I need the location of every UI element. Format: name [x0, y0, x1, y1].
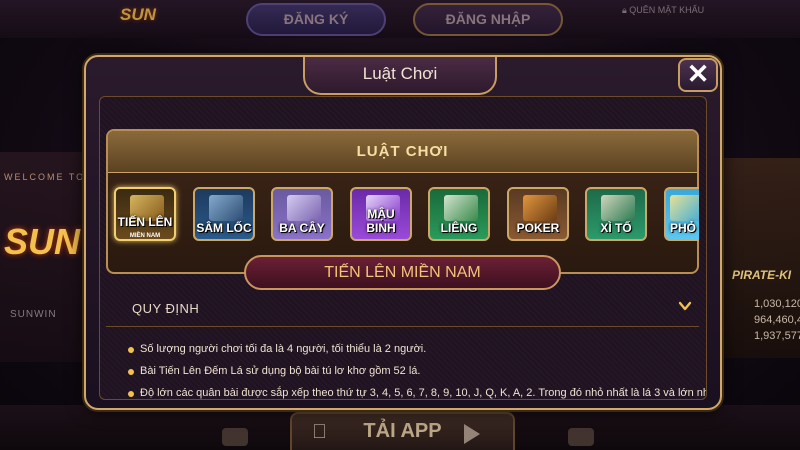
cards-icon [601, 195, 635, 221]
cards-icon [670, 195, 699, 221]
download-app-label: TẢI APP [363, 420, 442, 442]
chevron-down-icon [678, 301, 692, 311]
game-tab-label: PHỎ [670, 221, 697, 235]
cards-icon [287, 195, 321, 221]
rules-section-toggle[interactable]: QUY ĐỊNH [106, 291, 699, 327]
game-tab-label: LIÊNG [440, 221, 478, 235]
rules-list: Số lượng người chơi tối đa là 4 người, t… [106, 330, 706, 400]
cards-icon [444, 195, 478, 221]
game-tab-label: MẬU BINH [366, 207, 396, 235]
section-label: QUY ĐỊNH [132, 301, 200, 316]
modal-title: Luật Chơi [303, 57, 497, 95]
panel-header: LUẬT CHƠI [108, 131, 697, 173]
game-tab-label: SÂM LỐC [196, 221, 252, 235]
rule-text: Bài Tiến Lên Đếm Lá sử dụng bộ bài tú lơ… [140, 365, 421, 377]
game-tab-pho[interactable]: PHỎ [664, 187, 699, 241]
game-tab-mau-binh[interactable]: MẬU BINH [350, 187, 412, 241]
bullet-icon [128, 369, 134, 375]
game-tab-label: BA CÂY [279, 221, 325, 235]
forgot-password-link[interactable]: 🔒︎ QUÊN MẬT KHẨU [622, 5, 704, 16]
game-tab-poker[interactable]: POKER [507, 187, 569, 241]
phone-icon[interactable] [568, 428, 594, 446]
bullet-icon [128, 347, 134, 353]
game-tab-sublabel: MIỀN NAM [129, 233, 161, 239]
game-tab-lieng[interactable]: LIÊNG [428, 187, 490, 241]
forgot-password-label: QUÊN MẬT KHẨU [629, 5, 705, 15]
game-tab-sam-loc[interactable]: SÂM LỐC [193, 187, 255, 241]
jackpot-value: 964,460,455 [754, 314, 800, 326]
game-tab-tien-len[interactable]: TIẾN LÊN MIỀN NAM [114, 187, 176, 241]
background-right-banner [724, 158, 800, 358]
welcome-text: WELCOME TO [4, 172, 86, 182]
selected-game-title: TIẾN LÊN MIỀN NAM [244, 255, 561, 290]
side-logo: SUN [4, 221, 81, 262]
game-tab-label: XÌ TỐ [600, 221, 632, 235]
side-brand: SUNWIN [10, 309, 57, 320]
game-tab-xi-to[interactable]: XÌ TỐ [585, 187, 647, 241]
right-game-title: PIRATE-KI [732, 268, 792, 282]
chips-icon [523, 195, 557, 221]
rule-text: Số lượng người chơi tối đa là 4 người, t… [140, 343, 427, 355]
background-logo: SUN [120, 5, 156, 24]
close-button[interactable]: ✕ [678, 58, 718, 92]
jackpot-value: 1,937,577,54 [754, 330, 800, 342]
game-screen: SUN ĐĂNG KÝ ĐĂNG NHẬP 🔒︎ QUÊN MẬT KHẨU W… [0, 0, 800, 450]
game-tab-label: POKER [516, 221, 560, 235]
register-button[interactable]: ĐĂNG KÝ [246, 3, 386, 36]
cards-icon [209, 195, 243, 221]
login-button[interactable]: ĐĂNG NHẬP [413, 3, 563, 36]
apple-icon:  [312, 421, 340, 445]
play-store-icon [464, 424, 480, 444]
jackpot-value: 1,030,120,45 [754, 298, 800, 310]
game-tab-label: TIẾN LÊN [117, 215, 173, 229]
menu-icon[interactable] [222, 428, 248, 446]
rule-text: Độ lớn các quân bài được sắp xếp theo th… [140, 387, 706, 399]
game-tab-ba-cay[interactable]: BA CÂY [271, 187, 333, 241]
bullet-icon [128, 391, 134, 397]
